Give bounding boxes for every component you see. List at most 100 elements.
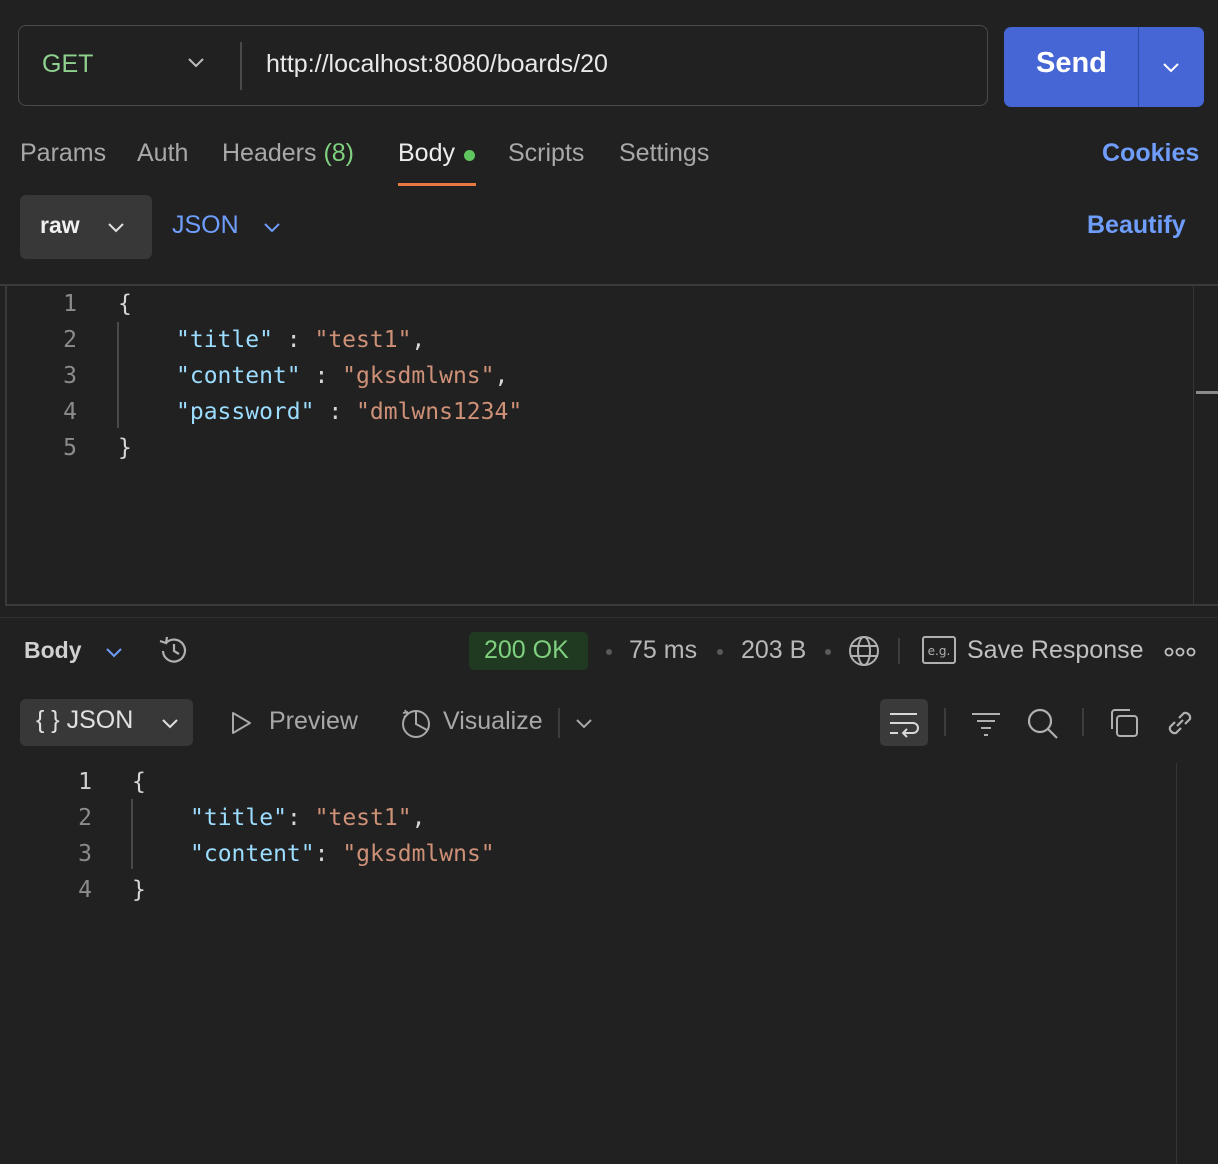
tab-settings[interactable]: Settings [619, 139, 709, 168]
json-trail: , [494, 363, 509, 389]
separator-dot [825, 649, 831, 655]
preview-button[interactable]: Preview [269, 707, 358, 736]
send-button-label[interactable]: Send [1036, 47, 1107, 80]
separator-dot [717, 649, 723, 655]
pane-divider[interactable] [0, 617, 1218, 618]
save-response-button[interactable]: Save Response [967, 636, 1144, 665]
copy-icon[interactable] [1107, 706, 1141, 740]
editor-scrollbar[interactable] [1193, 286, 1194, 604]
code-line: "title" : "test1", [176, 327, 425, 353]
line-number: 3 [63, 363, 77, 389]
response-size: 203 B [741, 636, 807, 664]
code-brace: { [118, 291, 132, 317]
method-select[interactable]: GET [42, 50, 93, 79]
tab-body[interactable]: Body [398, 139, 455, 168]
code-brace: } [118, 435, 132, 461]
toolbar-divider [898, 638, 900, 664]
tab-auth[interactable]: Auth [137, 139, 188, 168]
scrollbar-thumb[interactable] [1196, 391, 1218, 394]
line-number: 1 [78, 769, 92, 795]
line-number: 3 [78, 841, 92, 867]
line-number: 2 [63, 327, 77, 353]
json-sep: : [314, 399, 357, 425]
chevron-down-icon[interactable] [160, 713, 180, 733]
status-text: 200 OK [484, 636, 569, 664]
editor-border [5, 286, 7, 604]
json-sep: : [314, 841, 343, 867]
chevron-down-icon[interactable] [106, 217, 126, 237]
beautify-button[interactable]: Beautify [1087, 211, 1186, 240]
line-number: 4 [78, 877, 92, 903]
editor-border [0, 284, 1218, 286]
send-options-chevron-icon[interactable] [1161, 57, 1181, 77]
code-brace: } [132, 877, 146, 903]
globe-icon[interactable] [847, 634, 881, 668]
visualize-icon[interactable] [399, 706, 433, 740]
active-tab-indicator [398, 183, 476, 186]
line-number: 4 [63, 399, 77, 425]
toolbar-divider [1082, 708, 1084, 736]
line-number: 1 [63, 291, 77, 317]
more-options-icon[interactable] [1164, 642, 1196, 662]
code-line: "title": "test1", [190, 805, 425, 831]
link-icon[interactable] [1163, 706, 1197, 740]
json-value: "test1" [314, 327, 412, 353]
url-input[interactable]: http://localhost:8080/boards/20 [266, 50, 608, 79]
json-key: "content" [176, 363, 301, 389]
play-icon[interactable] [229, 710, 253, 736]
example-icon-text: e.g. [928, 644, 951, 658]
filter-icon[interactable] [969, 706, 1003, 740]
wrap-lines-icon[interactable] [887, 706, 921, 740]
toolbar-divider [558, 708, 560, 738]
json-trail: , [411, 805, 426, 831]
toolbar-divider [944, 708, 946, 736]
json-value: "gksdmlwns" [342, 841, 495, 867]
history-icon[interactable] [157, 634, 191, 668]
response-time: 75 ms [629, 636, 698, 664]
code-line: "password" : "dmlwns1234" [176, 399, 522, 425]
separator-dot [606, 649, 612, 655]
indent-guide [117, 322, 119, 428]
tab-headers-label: Headers [222, 139, 317, 167]
visualize-button[interactable]: Visualize [443, 707, 543, 736]
chevron-down-icon[interactable] [574, 713, 594, 733]
cookies-link[interactable]: Cookies [1102, 139, 1199, 168]
response-scrollbar[interactable] [1176, 763, 1177, 1164]
tab-params[interactable]: Params [20, 139, 106, 168]
tab-headers[interactable]: Headers (8) [222, 139, 354, 168]
body-format-select[interactable]: JSON [172, 211, 239, 240]
line-number: 5 [63, 435, 77, 461]
search-icon[interactable] [1025, 706, 1059, 740]
json-value: "gksdmlwns" [342, 363, 495, 389]
indent-guide [131, 799, 133, 869]
headers-count: (8) [323, 139, 355, 167]
code-line: "content": "gksdmlwns" [190, 841, 495, 867]
chevron-down-icon[interactable] [104, 642, 124, 662]
json-value: "test1" [314, 805, 412, 831]
code-line: "content" : "gksdmlwns", [176, 363, 508, 389]
line-number: 2 [78, 805, 92, 831]
json-trail: , [411, 327, 426, 353]
json-value: "dmlwns1234" [356, 399, 523, 425]
tab-scripts[interactable]: Scripts [508, 139, 584, 168]
response-section-select[interactable]: Body [24, 637, 82, 664]
json-sep: : [272, 327, 315, 353]
json-key: "password" [176, 399, 315, 425]
editor-resize-handle[interactable] [5, 604, 1218, 606]
chevron-down-icon[interactable] [186, 52, 206, 72]
url-divider [240, 42, 242, 90]
chevron-down-icon[interactable] [262, 217, 282, 237]
example-icon[interactable]: e.g. [922, 636, 956, 664]
json-key: "title" [190, 805, 287, 831]
json-sep: : [300, 363, 343, 389]
send-divider [1138, 27, 1139, 107]
body-modified-dot [464, 150, 475, 161]
body-mode-label[interactable]: raw [40, 212, 80, 239]
json-sep: : [286, 805, 315, 831]
code-brace: { [132, 769, 146, 795]
json-key: "content" [190, 841, 315, 867]
json-key: "title" [176, 327, 273, 353]
braces-icon: { } [36, 706, 60, 734]
response-format-label[interactable]: { } JSON [36, 706, 133, 735]
response-format-text: JSON [66, 706, 134, 734]
